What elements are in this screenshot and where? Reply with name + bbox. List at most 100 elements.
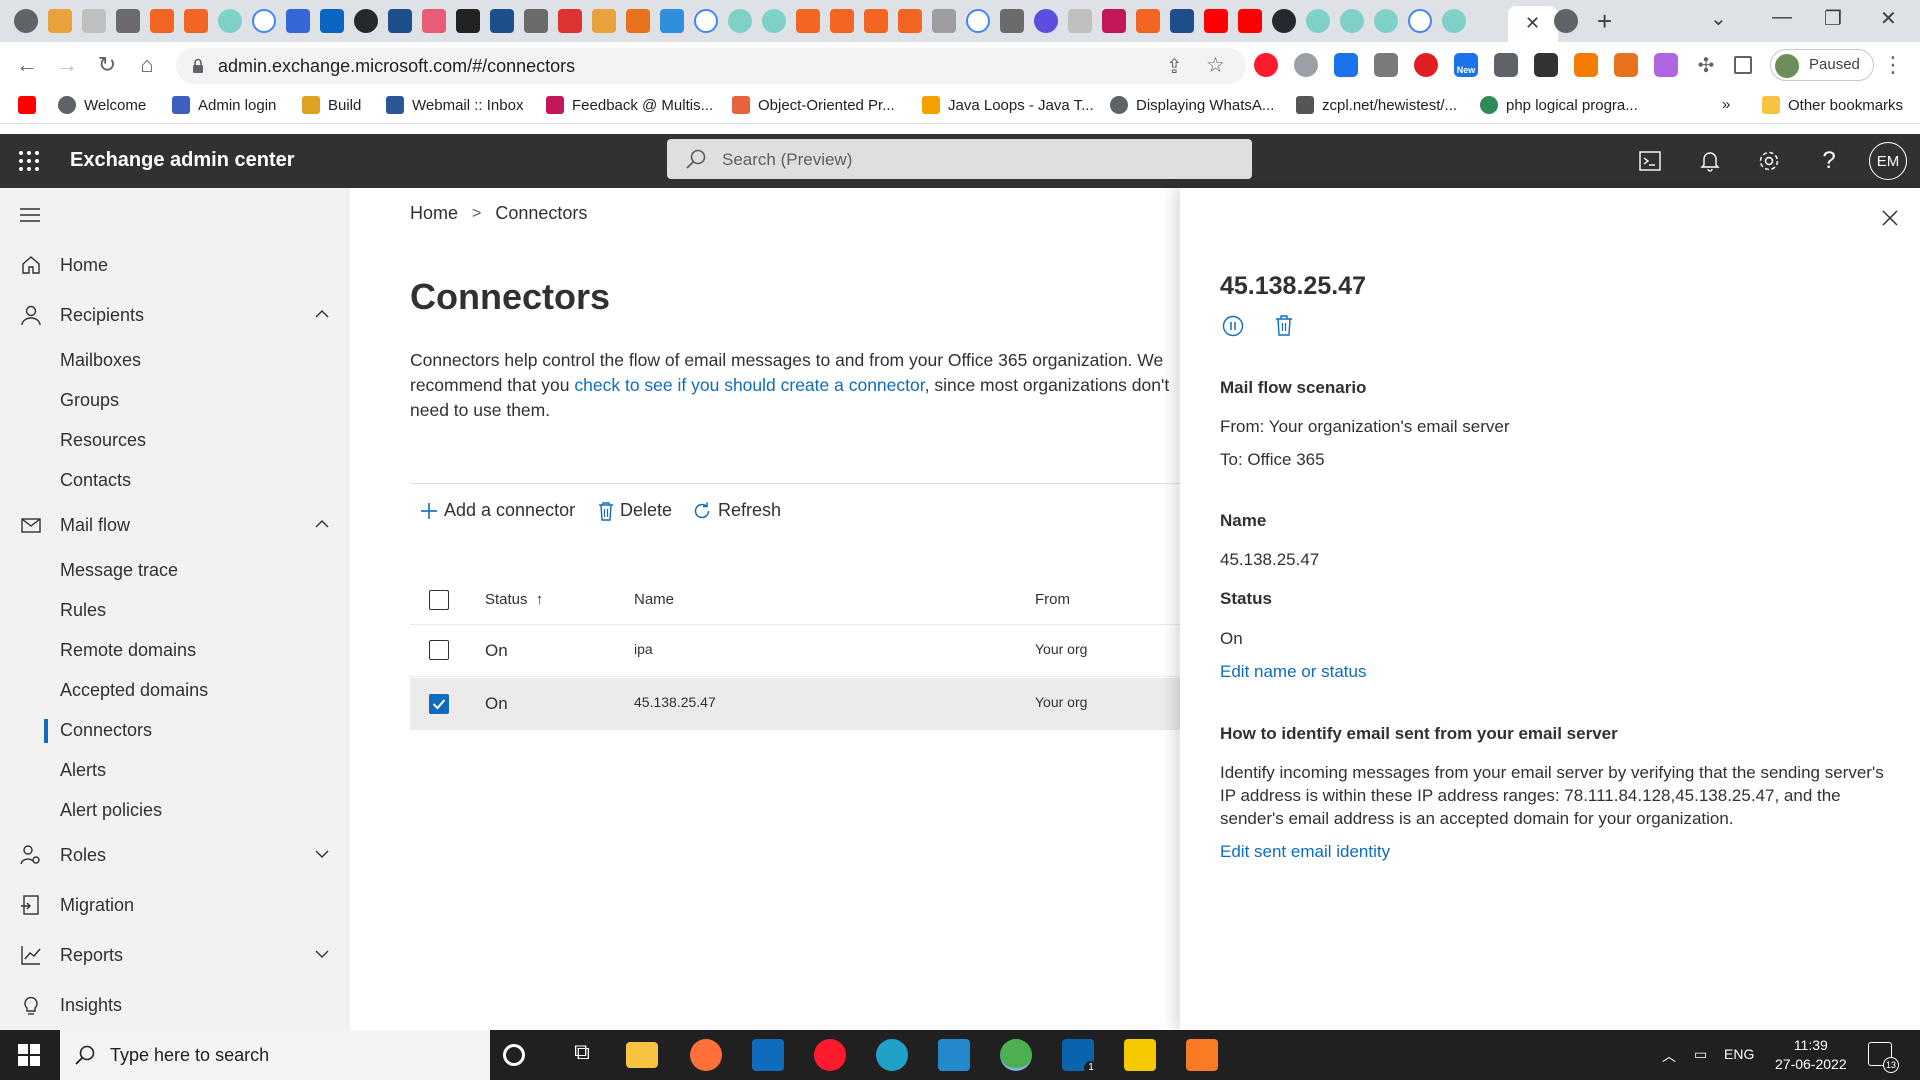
chevron-up-icon[interactable] <box>314 306 330 322</box>
nav-item-alerts[interactable]: Alerts <box>60 760 106 781</box>
tab-favicon[interactable] <box>1374 9 1398 33</box>
bookmark-item[interactable]: Welcome <box>58 96 146 114</box>
chevron-down-icon[interactable] <box>314 846 330 862</box>
nav-item-roles[interactable]: Roles <box>20 844 330 866</box>
pause-icon[interactable] <box>1222 315 1244 337</box>
other-bookmarks[interactable]: Other bookmarks <box>1762 96 1903 114</box>
meet-now-icon[interactable]: ▭ <box>1694 1046 1707 1063</box>
tab-favicon[interactable] <box>932 9 956 33</box>
select-all-checkbox[interactable] <box>429 590 449 610</box>
app-launcher-icon[interactable] <box>18 150 40 172</box>
shield-extension-icon[interactable] <box>1374 53 1398 77</box>
tab-favicon[interactable] <box>1136 9 1160 33</box>
edge-icon[interactable] <box>876 1039 908 1071</box>
home-icon[interactable]: ⌂ <box>134 52 160 78</box>
tab-favicon[interactable] <box>592 9 616 33</box>
opera-icon[interactable] <box>814 1039 846 1071</box>
puzzle-icon[interactable]: ✣ <box>1694 53 1718 77</box>
row-name[interactable]: ipa <box>634 641 653 657</box>
bookmark-item[interactable]: Object-Oriented Pr... <box>732 96 895 114</box>
tab-favicon[interactable] <box>728 9 752 33</box>
row-checkbox[interactable] <box>429 640 449 660</box>
tab-favicon[interactable] <box>1340 9 1364 33</box>
close-tab-icon[interactable]: ✕ <box>1525 13 1540 34</box>
tab-favicon[interactable] <box>218 9 242 33</box>
opera-extension-icon[interactable] <box>1254 53 1278 77</box>
show-hidden-icons[interactable]: ︿ <box>1662 1046 1676 1066</box>
delete-button[interactable]: Delete <box>598 500 672 521</box>
clock[interactable]: 11:39 27-06-2022 <box>1775 1036 1847 1074</box>
extension-icon[interactable] <box>1534 53 1558 77</box>
add-connector-button[interactable]: Add a connector <box>420 500 575 521</box>
tab-favicon[interactable] <box>150 9 174 33</box>
extension-icon[interactable] <box>1574 53 1598 77</box>
tab-favicon[interactable] <box>82 9 106 33</box>
tab-favicon[interactable] <box>660 9 684 33</box>
nav-item-resources[interactable]: Resources <box>60 430 146 451</box>
tab-favicon[interactable] <box>1272 9 1296 33</box>
language-indicator[interactable]: ENG <box>1724 1046 1754 1062</box>
tab-favicon[interactable] <box>898 9 922 33</box>
nav-item-alert-policies[interactable]: Alert policies <box>60 800 162 821</box>
tab-favicon[interactable] <box>1238 9 1262 33</box>
sticky-notes-icon[interactable] <box>1124 1039 1156 1071</box>
notifications-icon[interactable]: 13 <box>1868 1042 1899 1073</box>
extension-icon[interactable] <box>1294 53 1318 77</box>
trash-icon[interactable] <box>1275 314 1293 336</box>
taskbar-search-input[interactable]: Type here to search <box>60 1030 490 1080</box>
new-tab-button[interactable]: + <box>1597 6 1612 37</box>
tab-favicon[interactable] <box>762 9 786 33</box>
tab-favicon[interactable] <box>490 9 514 33</box>
forward-icon[interactable]: → <box>54 52 80 78</box>
tab-favicon[interactable] <box>1442 9 1466 33</box>
app-title[interactable]: Exchange admin center <box>70 149 295 172</box>
cortana-icon[interactable] <box>503 1044 525 1066</box>
xampp-icon[interactable] <box>1186 1039 1218 1071</box>
url-text[interactable]: admin.exchange.microsoft.com/#/connector… <box>218 56 575 77</box>
reload-icon[interactable]: ↻ <box>94 52 120 78</box>
adblock-extension-icon[interactable] <box>1414 53 1438 77</box>
tab-favicon[interactable] <box>320 9 344 33</box>
back-icon[interactable]: ← <box>14 52 40 78</box>
tab-favicon[interactable] <box>1554 9 1578 33</box>
file-explorer-icon[interactable] <box>626 1042 658 1068</box>
bookmark-star-icon[interactable]: ☆ <box>1206 53 1225 78</box>
bookmark-item[interactable]: Build <box>302 96 361 114</box>
bookmarks-overflow-button[interactable]: » <box>1722 96 1730 113</box>
tab-favicon[interactable] <box>48 9 72 33</box>
hamburger-icon[interactable] <box>20 208 40 222</box>
nav-item-rules[interactable]: Rules <box>60 600 106 621</box>
tab-favicon[interactable] <box>1170 9 1194 33</box>
bookmark-item[interactable]: php logical progra... <box>1480 96 1638 114</box>
tab-favicon[interactable] <box>524 9 548 33</box>
column-header-from[interactable]: From <box>1035 591 1070 608</box>
nav-item-connectors[interactable]: Connectors <box>60 720 152 741</box>
column-header-name[interactable]: Name <box>634 591 674 608</box>
tab-favicon[interactable] <box>184 9 208 33</box>
nav-item-migration[interactable]: Migration <box>20 894 330 916</box>
restore-icon[interactable]: ❐ <box>1824 6 1842 31</box>
chevron-down-icon[interactable] <box>314 946 330 962</box>
nav-item-home[interactable]: Home <box>20 254 330 276</box>
nav-item-insights[interactable]: Insights <box>20 994 330 1016</box>
tab-favicon[interactable] <box>116 9 140 33</box>
tab-favicon[interactable] <box>1306 9 1330 33</box>
address-bar[interactable]: admin.exchange.microsoft.com/#/connector… <box>176 48 1246 84</box>
gear-icon[interactable] <box>1755 147 1783 175</box>
share-icon[interactable]: ⇪ <box>1166 54 1183 79</box>
bookmark-item[interactable]: zcpl.net/hewistest/... <box>1296 96 1457 114</box>
nav-item-groups[interactable]: Groups <box>60 390 119 411</box>
breadcrumb-home[interactable]: Home <box>410 203 458 224</box>
tab-favicon[interactable] <box>354 9 378 33</box>
tab-favicon[interactable] <box>388 9 412 33</box>
bookmark-item[interactable]: Admin login <box>172 96 276 114</box>
windows-start-icon[interactable] <box>18 1044 40 1066</box>
tab-favicon[interactable] <box>1204 9 1228 33</box>
tab-favicon[interactable] <box>1102 9 1126 33</box>
chrome-icon[interactable] <box>1000 1039 1032 1071</box>
tab-favicon[interactable] <box>558 9 582 33</box>
refresh-button[interactable]: Refresh <box>692 500 781 521</box>
sidebar-icon[interactable] <box>1734 56 1752 74</box>
cloud-shell-icon[interactable] <box>1636 147 1664 175</box>
close-window-icon[interactable]: ✕ <box>1880 6 1897 31</box>
